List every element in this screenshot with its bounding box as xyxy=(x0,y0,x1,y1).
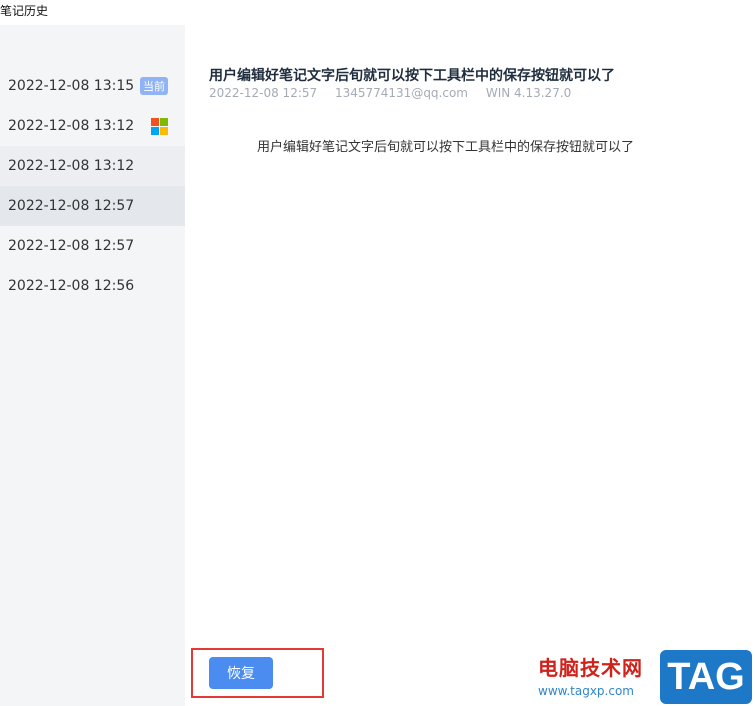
site-watermark: 电脑技术网 www.tagxp.com TAG xyxy=(532,650,754,706)
version-item[interactable]: 2022-12-08 13:15 当前 xyxy=(0,66,185,106)
version-time: 2022-12-08 12:57 xyxy=(8,238,135,254)
version-time: 2022-12-08 13:12 xyxy=(8,118,135,134)
meta-time: 2022-12-08 12:57 xyxy=(209,86,318,100)
version-item[interactable]: 2022-12-08 12:56 xyxy=(0,266,185,306)
watermark-site-name: 电脑技术网 xyxy=(538,656,643,680)
version-list: 2022-12-08 13:15 当前 2022-12-08 13:12 202… xyxy=(0,25,185,706)
version-item[interactable]: 2022-12-08 13:12 xyxy=(0,106,185,146)
version-time: 2022-12-08 12:56 xyxy=(8,278,135,294)
meta-account: 1345774131@qq.com xyxy=(334,86,468,100)
current-badge: 当前 xyxy=(140,77,168,95)
watermark-url: www.tagxp.com xyxy=(538,684,634,698)
version-item[interactable]: 2022-12-08 13:12 xyxy=(0,146,185,186)
version-item-selected[interactable]: 2022-12-08 12:57 xyxy=(0,186,185,226)
restore-button[interactable]: 恢复 xyxy=(209,657,273,689)
note-history-window: 笔记历史 2022-12-08 13:15 当前 2022-12-08 13:1… xyxy=(0,0,755,706)
version-time: 2022-12-08 13:15 xyxy=(8,78,135,94)
watermark-logo: TAG xyxy=(660,650,752,704)
windows-logo-icon xyxy=(151,118,168,135)
version-item[interactable]: 2022-12-08 12:57 xyxy=(0,226,185,266)
meta-client: WIN 4.13.27.0 xyxy=(485,86,572,100)
version-detail: 用户编辑好笔记文字后旬就可以按下工具栏中的保存按钮就可以了 2022-12-08… xyxy=(185,25,755,706)
version-time: 2022-12-08 12:57 xyxy=(8,198,135,214)
note-title: 用户编辑好笔记文字后旬就可以按下工具栏中的保存按钮就可以了 xyxy=(209,68,615,84)
window-title: 笔记历史 xyxy=(0,4,49,18)
note-body: 用户编辑好笔记文字后旬就可以按下工具栏中的保存按钮就可以了 xyxy=(257,140,635,155)
note-meta: 2022-12-08 12:57 1345774131@qq.com WIN 4… xyxy=(209,86,585,100)
version-time: 2022-12-08 13:12 xyxy=(8,158,135,174)
